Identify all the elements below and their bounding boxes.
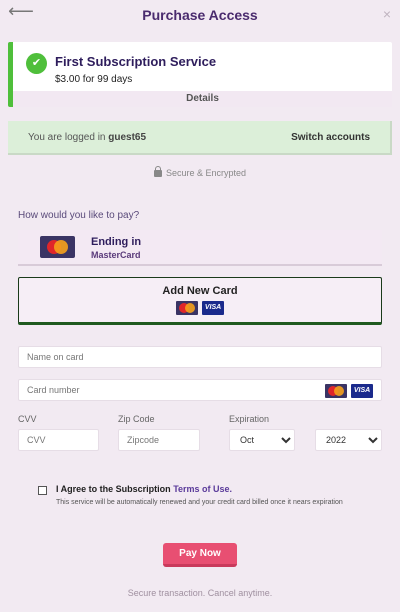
saved-card-brand: MasterCard [91,250,141,260]
mastercard-logo-icon [40,236,75,258]
subscription-card: ✔ First Subscription Service $3.00 for 9… [8,42,392,107]
subscription-price: $3.00 for 99 days [55,74,133,85]
add-card-title: Add New Card [162,285,238,297]
agree-text: I Agree to the Subscription Terms of Use… [56,484,232,494]
header: ⟵ Purchase Access × [0,0,400,30]
page-title: Purchase Access [142,7,258,23]
renewal-note: This service will be automatically renew… [56,499,343,506]
secure-label: Secure & Encrypted [165,168,247,178]
check-circle-icon: ✔ [26,53,47,74]
add-new-card-option[interactable]: Add New Card VISA [18,277,382,325]
cvv-input[interactable] [18,429,99,451]
pay-now-button[interactable]: Pay Now [163,543,237,567]
payment-question: How would you like to pay? [18,210,140,221]
login-status-text: You are logged in guest65 [28,132,146,143]
subscription-title: First Subscription Service [55,54,217,69]
close-icon[interactable]: × [383,6,391,22]
details-toggle[interactable]: Details [13,91,392,107]
saved-card-option[interactable]: Ending in MasterCard [18,230,382,266]
agree-prefix: I Agree to the Subscription [56,484,171,494]
login-prefix: You are logged in [28,132,106,143]
footer-note: Secure transaction. Cancel anytime. [127,588,273,598]
expiration-label: Expiration [229,414,270,424]
secure-encrypted-note: Secure & Encrypted [0,166,400,178]
saved-card-title: Ending in [91,236,142,248]
zipcode-input[interactable] [118,429,200,451]
login-username: guest65 [108,132,147,143]
agree-checkbox[interactable] [38,486,47,495]
name-on-card-input[interactable] [18,346,382,368]
cvv-label: CVV [18,414,37,424]
card-number-input[interactable] [18,379,382,401]
login-status-bar: You are logged in guest65 Switch account… [8,121,392,155]
zip-label: Zip Code [118,414,155,424]
terms-of-use-link[interactable]: Terms of Use. [173,484,232,494]
expiration-month-select[interactable]: Oct [229,429,295,451]
switch-accounts-button[interactable]: Switch accounts [291,132,370,143]
mastercard-logo-icon [176,301,198,315]
visa-logo-icon: VISA [202,301,224,315]
expiration-year-select[interactable]: 2022 [315,429,382,451]
card-logos: VISA [19,301,381,315]
lock-icon [153,166,162,177]
